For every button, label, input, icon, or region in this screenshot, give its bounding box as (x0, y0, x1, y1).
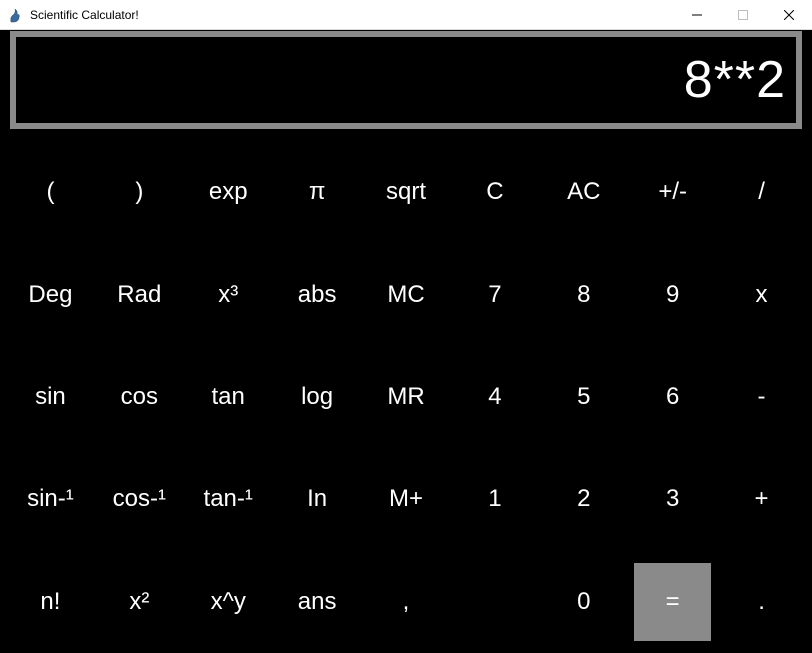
close-button[interactable] (766, 0, 812, 29)
display: 8**2 (16, 37, 796, 123)
ans-button[interactable]: ans (273, 551, 362, 653)
digit-6-button[interactable]: 6 (628, 346, 717, 448)
close-paren-button[interactable]: ) (95, 141, 184, 243)
digit-5-button[interactable]: 5 (539, 346, 628, 448)
ln-button[interactable]: In (273, 448, 362, 550)
arctan-button[interactable]: tan-¹ (184, 448, 273, 550)
divide-button[interactable]: / (717, 141, 806, 243)
pi-button[interactable]: π (273, 141, 362, 243)
digit-1-button[interactable]: 1 (450, 448, 539, 550)
deg-button[interactable]: Deg (6, 243, 95, 345)
digit-7-button[interactable]: 7 (450, 243, 539, 345)
titlebar: Scientific Calculator! (0, 0, 812, 30)
tan-button[interactable]: tan (184, 346, 273, 448)
minimize-button[interactable] (674, 0, 720, 29)
rad-button[interactable]: Rad (95, 243, 184, 345)
clear-button[interactable]: C (450, 141, 539, 243)
comma-button[interactable]: , (362, 551, 451, 653)
add-button[interactable]: + (717, 448, 806, 550)
power-button[interactable]: x^y (184, 551, 273, 653)
memory-add-button[interactable]: M+ (362, 448, 451, 550)
exp-button[interactable]: exp (184, 141, 273, 243)
calculator-app: 8**2 ( ) exp π sqrt C AC +/- / Deg Rad x… (0, 30, 812, 653)
arccos-button[interactable]: cos-¹ (95, 448, 184, 550)
arcsin-button[interactable]: sin-¹ (6, 448, 95, 550)
maximize-button (720, 0, 766, 29)
memory-clear-button[interactable]: MC (362, 243, 451, 345)
keypad: ( ) exp π sqrt C AC +/- / Deg Rad x³ abs… (0, 141, 812, 653)
display-frame: 8**2 (10, 31, 802, 129)
empty-cell (450, 551, 539, 653)
x-cubed-button[interactable]: x³ (184, 243, 273, 345)
memory-recall-button[interactable]: MR (362, 346, 451, 448)
factorial-button[interactable]: n! (6, 551, 95, 653)
log-button[interactable]: log (273, 346, 362, 448)
sin-button[interactable]: sin (6, 346, 95, 448)
equals-button[interactable]: = (634, 563, 711, 641)
window-title: Scientific Calculator! (30, 8, 674, 22)
window-controls (674, 0, 812, 29)
digit-0-button[interactable]: 0 (539, 551, 628, 653)
app-icon (8, 7, 24, 23)
cos-button[interactable]: cos (95, 346, 184, 448)
abs-button[interactable]: abs (273, 243, 362, 345)
x-squared-button[interactable]: x² (95, 551, 184, 653)
sqrt-button[interactable]: sqrt (362, 141, 451, 243)
sign-toggle-button[interactable]: +/- (628, 141, 717, 243)
all-clear-button[interactable]: AC (539, 141, 628, 243)
digit-9-button[interactable]: 9 (628, 243, 717, 345)
digit-3-button[interactable]: 3 (628, 448, 717, 550)
digit-4-button[interactable]: 4 (450, 346, 539, 448)
subtract-button[interactable]: - (717, 346, 806, 448)
digit-2-button[interactable]: 2 (539, 448, 628, 550)
open-paren-button[interactable]: ( (6, 141, 95, 243)
decimal-button[interactable]: . (717, 551, 806, 653)
multiply-button[interactable]: x (717, 243, 806, 345)
digit-8-button[interactable]: 8 (539, 243, 628, 345)
